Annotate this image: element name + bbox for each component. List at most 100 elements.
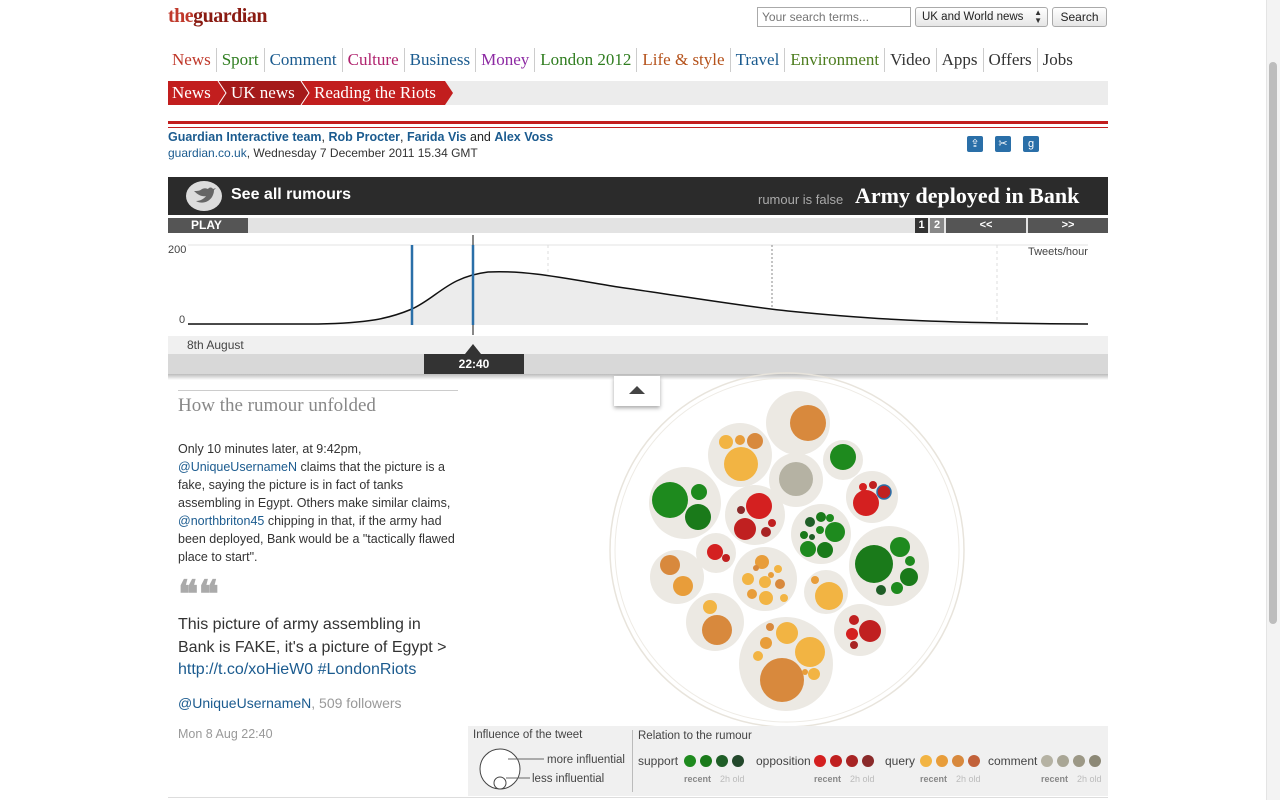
tweet-bubble <box>768 572 774 578</box>
tweet-bubble <box>719 435 733 449</box>
tweet-bubble-chart[interactable] <box>600 372 975 727</box>
legend-opposition-label: opposition <box>756 754 811 768</box>
nav-video[interactable]: Video <box>885 48 937 72</box>
user-link[interactable]: @UniqueUsernameN <box>178 460 297 474</box>
author-link[interactable]: Guardian Interactive team <box>168 130 322 144</box>
tweet-bubble <box>900 568 918 586</box>
section-title: How the rumour unfolded <box>178 395 376 416</box>
next-button[interactable]: >> <box>1028 218 1108 233</box>
legend-recent: recent <box>684 774 712 784</box>
nav-travel[interactable]: Travel <box>731 48 786 72</box>
tweet-bubble <box>703 600 717 614</box>
bottom-divider <box>168 797 1108 798</box>
tweet-bubble <box>795 637 825 667</box>
legend-less-influential: less influential <box>532 773 605 785</box>
tweet-bubble <box>776 622 798 644</box>
user-link[interactable]: @northbriton45 <box>178 514 264 528</box>
tweet-bubble <box>853 490 879 516</box>
nav-environment[interactable]: Environment <box>785 48 886 72</box>
nav-culture[interactable]: Culture <box>343 48 405 72</box>
tweet-bubble <box>859 483 867 491</box>
page-scrollbar[interactable] <box>1266 0 1280 800</box>
scrubber-track[interactable] <box>168 354 1108 374</box>
tweet-bubble <box>779 462 813 496</box>
breadcrumb-uk-news[interactable]: UK news <box>231 81 295 105</box>
page-1-button[interactable]: 1 <box>915 218 928 233</box>
publish-date: , Wednesday 7 December 2011 15.34 GMT <box>246 146 478 160</box>
twitter-bird-icon[interactable] <box>186 181 222 211</box>
legend-influence-title: Influence of the tweet <box>473 729 583 741</box>
google-icon[interactable]: g <box>1023 136 1039 152</box>
author-link[interactable]: Rob Procter <box>328 130 400 144</box>
page-2-button[interactable]: 2 <box>930 218 944 233</box>
unit-label: Tweets/hour <box>1028 246 1088 258</box>
tweet-bubble <box>790 405 826 441</box>
nav-offers[interactable]: Offers <box>984 48 1038 72</box>
search-button[interactable]: Search <box>1052 7 1107 27</box>
legend-comment-dots <box>1041 755 1101 767</box>
tweet-bubble <box>673 576 693 596</box>
tweet-bubble <box>691 484 707 500</box>
legend-dot <box>716 755 728 767</box>
tweet-bubble <box>768 519 776 527</box>
tweet-bubble <box>808 668 820 680</box>
y-min-label: 0 <box>179 314 185 326</box>
nav-life-style[interactable]: Life & style <box>637 48 731 72</box>
page: theguardian UK and World news ▲▼ Search … <box>0 0 1280 800</box>
breadcrumb-news[interactable]: News <box>172 81 211 105</box>
tweet-bubble <box>724 447 758 481</box>
tweet-bubble <box>760 637 772 649</box>
main-nav: News Sport Comment Culture Business Mone… <box>168 48 1078 72</box>
legend-dot <box>1041 755 1053 767</box>
tweet-bubble <box>846 628 858 640</box>
site-link[interactable]: guardian.co.uk <box>168 146 247 160</box>
author-link[interactable]: Alex Voss <box>494 130 553 144</box>
nav-london-2012[interactable]: London 2012 <box>535 48 638 72</box>
nav-sport[interactable]: Sport <box>217 48 265 72</box>
tweet-link[interactable]: http://t.co/xoHieW0 #LondonRiots <box>178 661 416 678</box>
tweets-timeline-chart[interactable]: 200 0 Tweets/hour <box>168 235 1108 335</box>
legend-support-label: support <box>638 754 679 768</box>
legend-divider <box>632 730 633 792</box>
byline: Guardian Interactive team, Rob Procter, … <box>168 130 554 144</box>
play-button[interactable]: PLAY <box>168 218 248 233</box>
nav-money[interactable]: Money <box>476 48 536 72</box>
breadcrumb-reading-the-riots[interactable]: Reading the Riots <box>314 81 436 105</box>
quote-icon: ❝❝ <box>178 574 219 616</box>
legend-recent: recent <box>814 774 842 784</box>
tweet-bubble <box>747 589 757 599</box>
legend-old: 2h old <box>850 774 875 784</box>
tweet-bubble <box>734 518 756 540</box>
date-bar <box>168 336 1108 354</box>
scrollbar-thumb[interactable] <box>1269 62 1277 624</box>
tweet-bubble <box>876 484 892 500</box>
area-fill <box>188 271 1088 325</box>
author-link[interactable]: Farida Vis <box>407 130 467 144</box>
legend-comment-label: comment <box>988 754 1038 768</box>
search-scope-select[interactable]: UK and World news ▲ ▼ <box>915 7 1048 27</box>
search-input[interactable] <box>757 7 911 27</box>
tweet-bubble <box>761 527 771 537</box>
nav-jobs[interactable]: Jobs <box>1038 48 1078 72</box>
time-scrubber-handle[interactable]: 22:40 <box>424 354 524 374</box>
tweet-bubble <box>817 542 833 558</box>
nav-comment[interactable]: Comment <box>265 48 343 72</box>
see-all-rumours-link[interactable]: See all rumours <box>231 186 351 204</box>
nav-news[interactable]: News <box>168 48 217 72</box>
share-icon[interactable]: ⇪ <box>967 136 983 152</box>
tweet-user-link[interactable]: @UniqueUsernameN <box>178 695 311 711</box>
tweet-bubble <box>737 506 745 514</box>
previous-button[interactable]: << <box>946 218 1026 233</box>
guardian-logo[interactable]: theguardian <box>168 5 267 28</box>
tweet-bubble <box>805 517 815 527</box>
tweet-body: This picture of army assembling in Bank … <box>178 616 447 656</box>
nav-apps[interactable]: Apps <box>937 48 984 72</box>
tweet-bubble <box>702 615 732 645</box>
nav-business[interactable]: Business <box>405 48 477 72</box>
dateline: guardian.co.uk, Wednesday 7 December 201… <box>168 146 478 160</box>
clip-icon[interactable]: ✂ <box>995 136 1011 152</box>
search-scope-value: UK and World news <box>922 11 1024 23</box>
breadcrumb: News UK news Reading the Riots <box>168 81 1108 105</box>
legend-opposition-dots <box>814 755 874 767</box>
divider-thin <box>168 127 1108 128</box>
